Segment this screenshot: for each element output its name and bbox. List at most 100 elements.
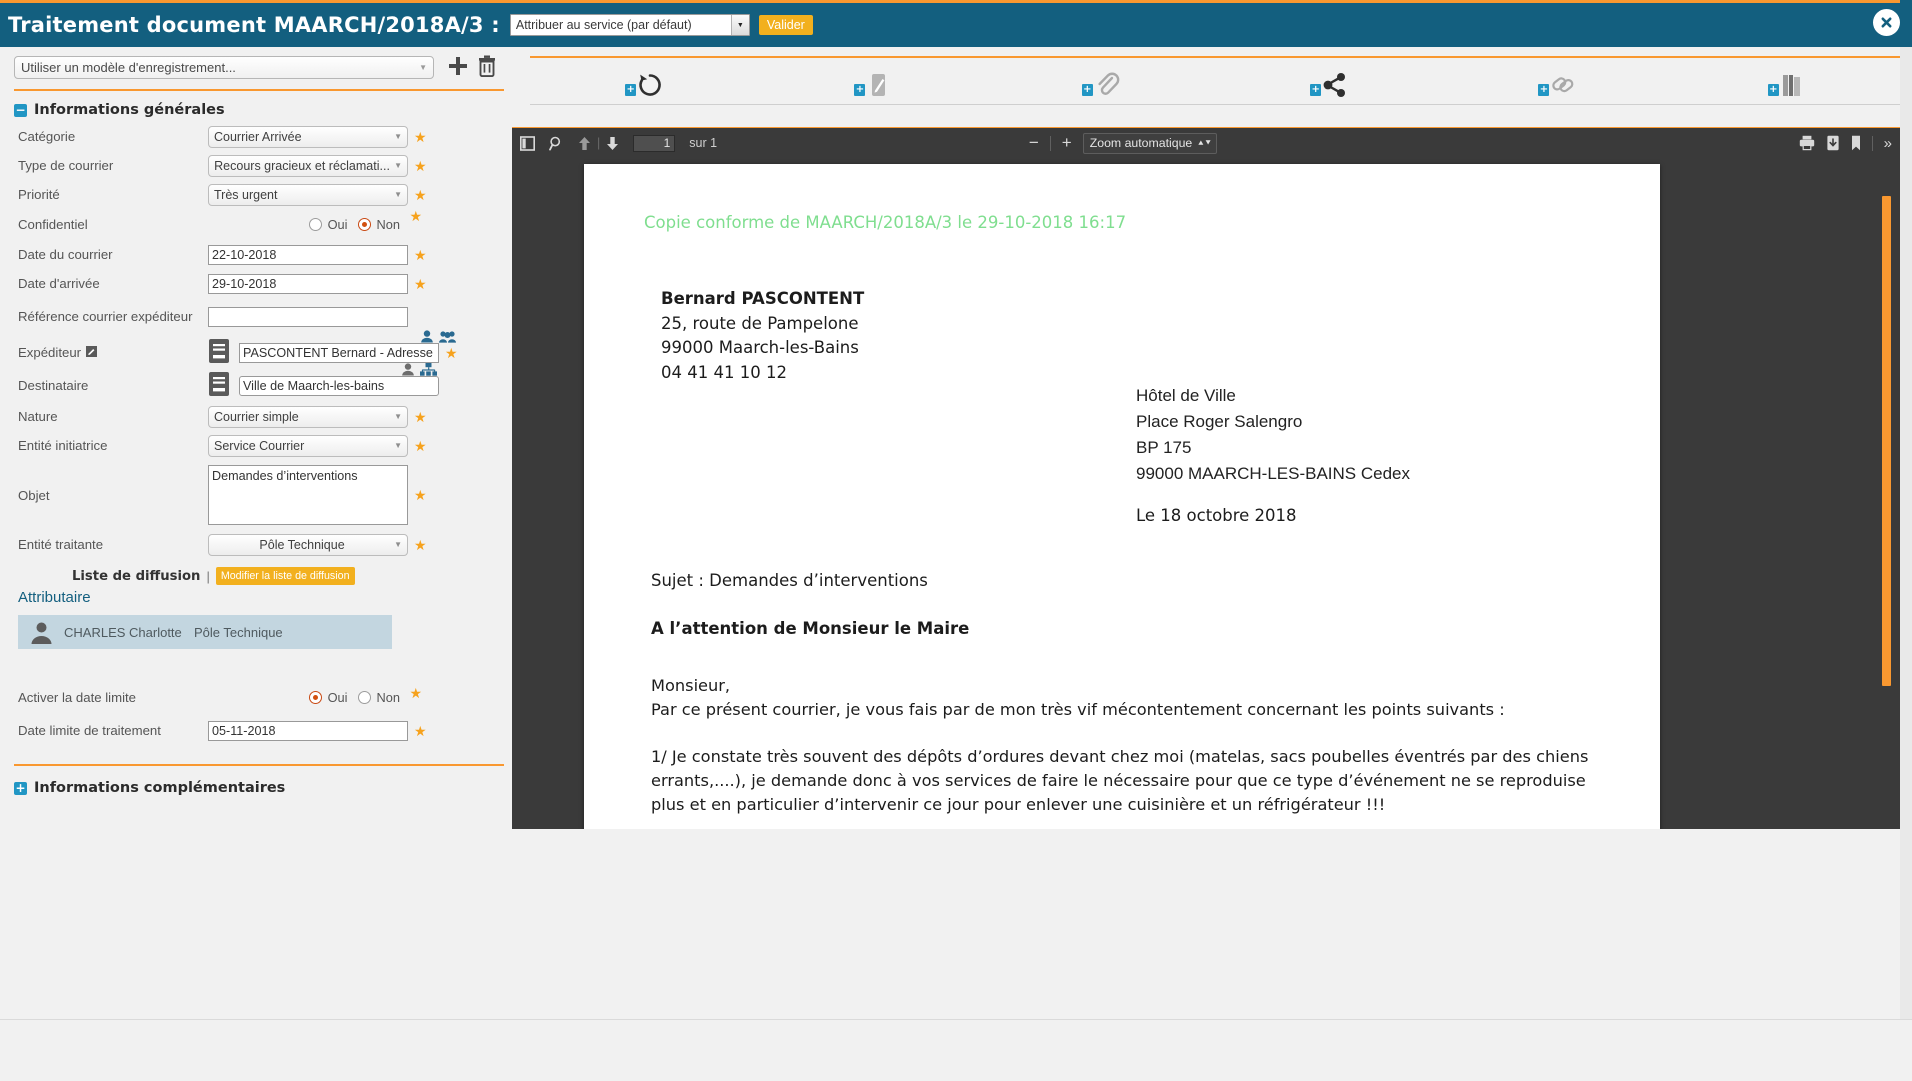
letter-intro: Par ce présent courrier, je vous fais pa… [651, 700, 1505, 719]
zoom-out-button[interactable]: − [1029, 133, 1039, 153]
assign-service-select[interactable]: Attribuer au service (par défaut) ▼ [509, 14, 750, 36]
pdf-stage-left-margin [512, 158, 584, 829]
attributaire-name: CHARLES Charlotte [64, 624, 182, 640]
date-limite-label-oui: Oui [327, 690, 348, 705]
attributaire-row[interactable]: CHARLES Charlotte Pôle Technique [18, 615, 392, 649]
previous-page-button[interactable] [578, 136, 591, 151]
destinataire-input[interactable] [239, 375, 439, 396]
toolbar-divider [1049, 135, 1051, 151]
toolbar-item-history[interactable]: + [530, 64, 758, 98]
reference-input[interactable] [208, 307, 408, 327]
priorite-value: Très urgent [214, 187, 278, 202]
required-star-icon: ★ [445, 344, 458, 361]
categorie-select[interactable]: Courrier Arrivée ▼ [208, 125, 408, 148]
contact-person-icon[interactable] [401, 362, 415, 379]
confidentiel-radio-non[interactable] [357, 218, 371, 231]
sidebar-toggle-icon [520, 135, 535, 151]
contact-group-icon[interactable] [438, 330, 456, 346]
toolbar-divider [1871, 135, 1873, 151]
share-icon [1323, 73, 1346, 97]
chevron-down-icon: ▼ [394, 540, 402, 549]
field-date-courrier: Date du courrier ★ [0, 240, 518, 269]
expediteur-contact-icons [420, 329, 456, 346]
edit-diffusion-button[interactable]: Modifier la liste de diffusion [215, 567, 355, 585]
confidentiel-radio-oui[interactable] [308, 218, 322, 231]
sender-city: 99000 Maarch-les-Bains [661, 338, 859, 357]
download-icon [1827, 135, 1839, 151]
toolbar-item-links[interactable]: + [1443, 64, 1671, 98]
collapse-toggle-icon[interactable]: − [14, 103, 27, 117]
priorite-select[interactable]: Très urgent ▼ [208, 183, 408, 206]
validate-button[interactable]: Valider [758, 15, 813, 35]
field-label: Destinataire [18, 378, 89, 393]
address-book-icon[interactable] [208, 338, 230, 367]
chevron-down-icon: ▼ [394, 190, 402, 199]
field-confidentiel: Confidentiel Oui Non ★ [0, 209, 518, 240]
objet-textarea[interactable]: Demandes d’interventions [208, 465, 408, 525]
next-page-button[interactable] [606, 136, 619, 151]
template-select-value: Utiliser un modèle d'enregistrement... [21, 60, 236, 75]
print-icon [1799, 135, 1814, 151]
plus-badge-icon: + [1538, 84, 1550, 96]
entite-initiatrice-value: Service Courrier [214, 438, 305, 453]
plus-badge-icon: + [625, 84, 637, 96]
contact-person-icon[interactable] [420, 329, 434, 346]
edit-expediteur-icon[interactable] [86, 345, 98, 360]
section-title-general: Informations générales [34, 102, 225, 118]
entite-traitante-select[interactable]: Pôle Technique ▼ [208, 533, 408, 556]
toolbar-item-notes[interactable]: + [758, 64, 986, 98]
toolbar-item-share[interactable]: + [1215, 64, 1443, 98]
template-select[interactable]: Utiliser un modèle d'enregistrement... ▼ [14, 56, 434, 79]
nature-select[interactable]: Courrier simple ▼ [208, 405, 408, 428]
field-label: Activer la date limite [18, 690, 136, 705]
required-star-icon: ★ [409, 208, 422, 224]
field-label: Type de courrier [18, 158, 114, 173]
address-book-icon[interactable] [208, 371, 230, 400]
print-button[interactable] [1799, 135, 1815, 151]
date-limite-radio-non[interactable] [357, 691, 371, 704]
add-template-button[interactable] [447, 55, 469, 80]
field-type-courrier: Type de courrier Recours gracieux et réc… [0, 151, 518, 180]
close-icon [1877, 13, 1896, 32]
zoom-level-select[interactable]: Zoom automatique ⯅⯆ [1082, 132, 1217, 154]
expand-toggle-icon[interactable]: + [14, 781, 27, 795]
close-button[interactable] [1873, 9, 1900, 36]
entite-initiatrice-select[interactable]: Service Courrier ▼ [208, 434, 408, 457]
date-limite-input[interactable] [208, 721, 408, 741]
zoom-in-button[interactable]: + [1062, 133, 1072, 153]
section-header-general[interactable]: − Informations générales [14, 102, 518, 118]
bookmark-icon [1851, 135, 1860, 151]
history-icon [639, 74, 662, 96]
page-number-input[interactable] [633, 134, 676, 152]
confidentiel-label-oui: Oui [327, 217, 348, 232]
section-title-complementaires: Informations complémentaires [34, 780, 286, 796]
toolbar-item-attachments[interactable]: + [987, 64, 1215, 98]
toolbar-item-documents[interactable]: + [1672, 64, 1900, 98]
bookmark-button[interactable] [1851, 135, 1861, 151]
field-date-limite: Date limite de traitement ★ [0, 712, 518, 750]
field-label: Nature [18, 409, 58, 424]
expediteur-input[interactable] [239, 342, 439, 363]
diffusion-row: Liste de diffusion | Modifier la liste d… [72, 567, 518, 585]
type-courrier-select[interactable]: Recours gracieux et réclamati... ▼ [208, 154, 408, 177]
sender-phone: 04 41 41 10 12 [661, 362, 787, 382]
delete-template-button[interactable] [477, 55, 497, 80]
field-entite-initiatrice: Entité initiatrice Service Courrier ▼ ★ [0, 431, 518, 460]
attachment-icon [1098, 72, 1120, 95]
confidentiel-label-non: Non [376, 217, 400, 232]
toolbar-divider: | [597, 136, 601, 150]
sidebar-toggle-button[interactable] [520, 135, 535, 151]
search-button[interactable] [549, 136, 564, 151]
download-button[interactable] [1826, 135, 1840, 151]
recipient-block: Hôtel de Ville Place Roger Salengro BP 1… [1136, 383, 1410, 487]
section-header-complementaires[interactable]: + Informations complémentaires [14, 780, 518, 796]
page-total-label: sur 1 [689, 136, 718, 150]
letter-salutation: Monsieur, [651, 676, 731, 695]
date-arrivee-input[interactable] [208, 273, 408, 294]
date-courrier-input[interactable] [208, 244, 408, 265]
sender-name: Bernard PASCONTENT [661, 289, 865, 308]
date-limite-radio-oui[interactable] [308, 691, 322, 704]
more-tools-button[interactable]: » [1884, 135, 1892, 152]
org-chart-icon[interactable] [420, 362, 437, 379]
pdf-vertical-scrollbar[interactable] [1882, 196, 1891, 686]
